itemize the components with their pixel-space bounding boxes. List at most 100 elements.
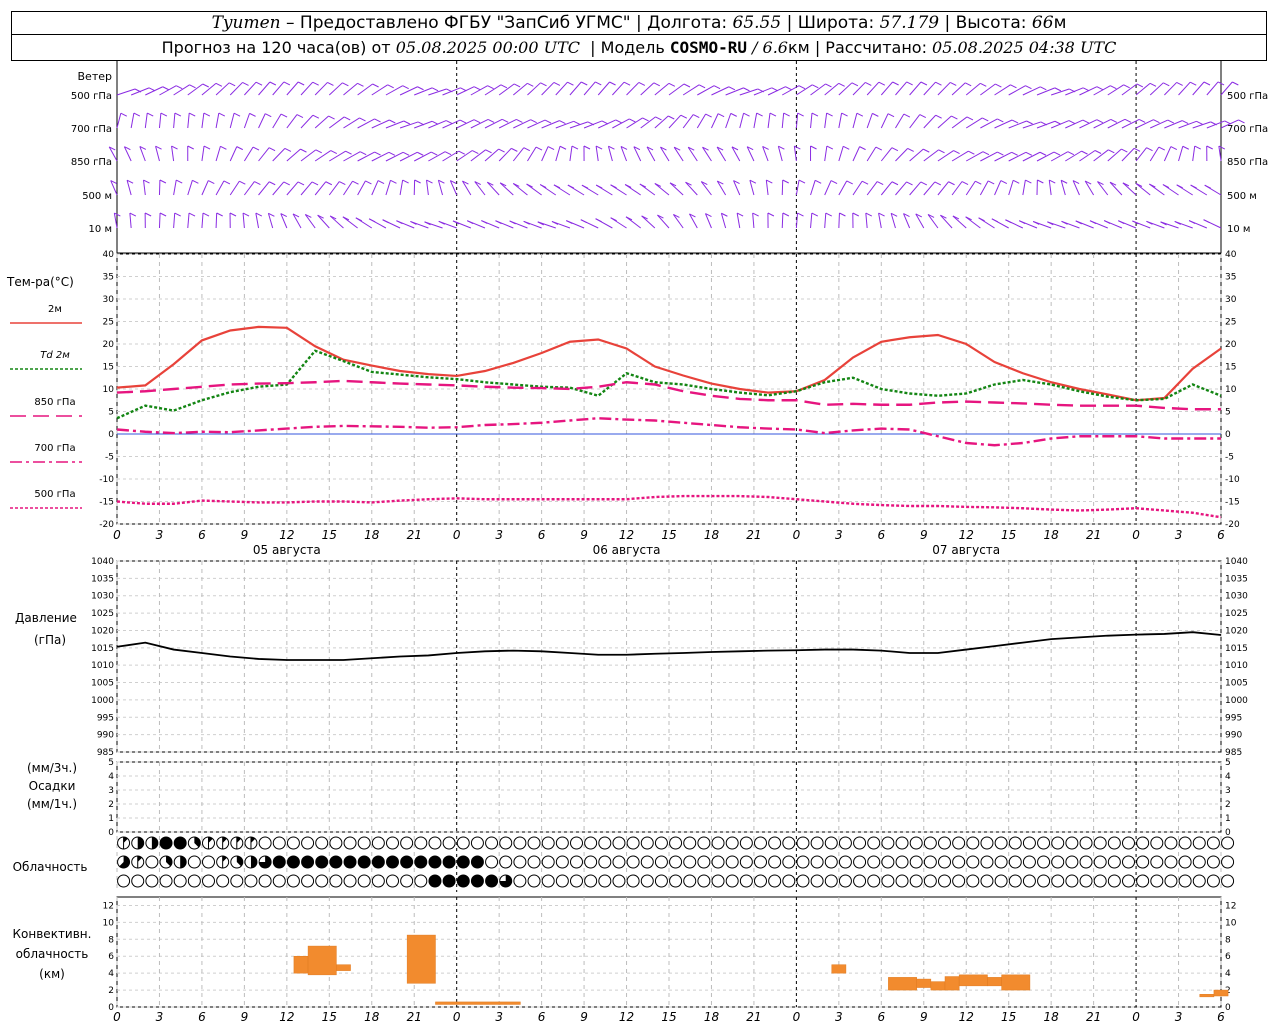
wind-barb-feather <box>705 113 712 118</box>
cloud-symbol <box>796 874 810 888</box>
cloud-symbol <box>654 836 668 850</box>
wind-barb-feather <box>811 212 819 217</box>
wind-barb-feather <box>174 112 182 117</box>
wind-barb-feather <box>1110 118 1118 123</box>
wind-barb-feather <box>610 217 617 222</box>
wind-barb-feather <box>498 148 505 153</box>
temp-hour-label: 0 <box>113 528 121 542</box>
wind-barb-feather <box>920 81 928 86</box>
precip-ytick-right: 3 <box>1225 786 1231 796</box>
precip-ytick-right: 2 <box>1225 800 1231 810</box>
wind-barb-feather <box>794 145 801 150</box>
conv-hour-label: 6 <box>877 1010 885 1024</box>
wind-barb-feather <box>485 149 492 154</box>
wind-barb-staff <box>413 151 432 162</box>
wind-barb-feather <box>312 114 320 119</box>
cloud-symbol-fill <box>273 856 286 868</box>
wind-barb-feather <box>268 147 276 152</box>
conv-ytick-right: 6 <box>1225 952 1231 962</box>
cloud-symbol <box>810 855 824 869</box>
date-label: 05 августа <box>253 543 321 557</box>
wind-barb-staff <box>965 117 983 129</box>
wind-barb-feather <box>826 112 833 117</box>
wind-barb-staff <box>980 83 996 96</box>
meteogram-chart: Ветер 500 гПа 500 гПа 700 гПа 700 гПа 850 гПа… <box>6 61 1268 1024</box>
wind-barb-staff <box>1164 120 1183 129</box>
conv-ytick-right: 0 <box>1225 1003 1231 1013</box>
conv-hour-label: 6 <box>538 1010 546 1024</box>
conv-ytick-left: 8 <box>108 935 114 945</box>
wind-barb-feather <box>1025 85 1032 90</box>
wind-barb-feather <box>495 220 502 225</box>
conv-hour-label: 3 <box>1175 1010 1183 1024</box>
wind-barb-staff <box>838 113 843 129</box>
wind-barb-staff <box>595 145 599 162</box>
wind-barb-feather <box>1012 179 1020 184</box>
wind-barb-feather <box>1121 148 1128 153</box>
temp-hour-label: 9 <box>920 528 928 542</box>
wind-barb-staff <box>994 84 1011 96</box>
cloud-symbol <box>1079 874 1093 888</box>
wind-barb-feather <box>345 150 352 155</box>
wind-barb-feather <box>1118 220 1125 225</box>
wind-barb-feather <box>1000 180 1008 185</box>
wind-level-label-right: 850 гПа <box>1227 157 1268 168</box>
temp-ytick-left: 30 <box>103 295 115 305</box>
cloud-symbol <box>1079 855 1093 869</box>
temp-ytick-right: -15 <box>1225 498 1240 508</box>
wind-barb-staff <box>994 151 1012 162</box>
wind-barb-feather <box>1010 84 1017 89</box>
cloud-symbol <box>909 874 923 888</box>
wind-barb-feather <box>906 81 913 86</box>
wind-barb-staff <box>143 179 146 196</box>
cloud-symbol <box>1221 874 1235 888</box>
wind-barb-feather <box>693 114 700 118</box>
cloud-symbol <box>230 874 244 888</box>
wind-barb-feather <box>995 83 1002 88</box>
cloud-symbol <box>1037 836 1051 850</box>
temp-ytick-right: 5 <box>1225 408 1231 418</box>
convective-cloud-bar <box>1199 994 1215 998</box>
cloud-symbol <box>1150 874 1164 888</box>
wind-barb-staff <box>329 116 345 129</box>
cloud-symbol <box>697 836 711 850</box>
wind-barb-feather <box>571 145 579 150</box>
wind-barb-feather <box>968 150 975 155</box>
press-ytick-left: 1020 <box>91 626 114 636</box>
wind-barb-staff <box>498 118 517 129</box>
wind-barb-feather <box>500 84 508 89</box>
cloud-symbol <box>612 836 626 850</box>
temp-hour-label: 3 <box>835 528 843 542</box>
temp-ytick-left: -20 <box>99 520 114 530</box>
cloud-symbol <box>400 836 414 850</box>
wind-barb-feather <box>798 85 806 90</box>
wind-barb-feather <box>978 217 985 222</box>
pressure-unit: (гПа) <box>34 633 66 647</box>
wind-barb-feather <box>1163 82 1170 87</box>
cloud-symbol <box>1122 836 1135 850</box>
wind-barb-staff <box>155 146 160 162</box>
wind-barb-feather <box>982 117 989 122</box>
cloud-symbol <box>1136 874 1150 888</box>
wind-barb-feather <box>1039 151 1047 156</box>
temp-ytick-right: 20 <box>1225 340 1237 350</box>
wind-barb-feather <box>559 120 566 125</box>
cloud-symbol-fill <box>180 856 187 868</box>
wind-barb-staff <box>753 113 758 129</box>
wind-barb-feather <box>1089 220 1097 225</box>
wind-barb-feather <box>887 113 895 118</box>
wind-barb-feather <box>202 83 209 88</box>
wind-barb-staff <box>1109 181 1123 196</box>
wind-barb-staff <box>668 83 685 96</box>
wind-barb-feather <box>368 218 376 223</box>
wind-barb-staff <box>371 119 390 129</box>
wind-barb-feather <box>865 212 873 217</box>
wind-barb-feather <box>975 180 982 185</box>
wind-barb-staff <box>1097 181 1109 196</box>
convective-cloud-bar <box>406 934 436 984</box>
cloud-symbol <box>541 855 555 869</box>
wind-barb-staff <box>1008 180 1014 196</box>
wind-level-label: 500 гПа <box>71 91 112 102</box>
wind-barb-staff <box>711 86 730 96</box>
conv-hour-label: 21 <box>407 1010 422 1024</box>
